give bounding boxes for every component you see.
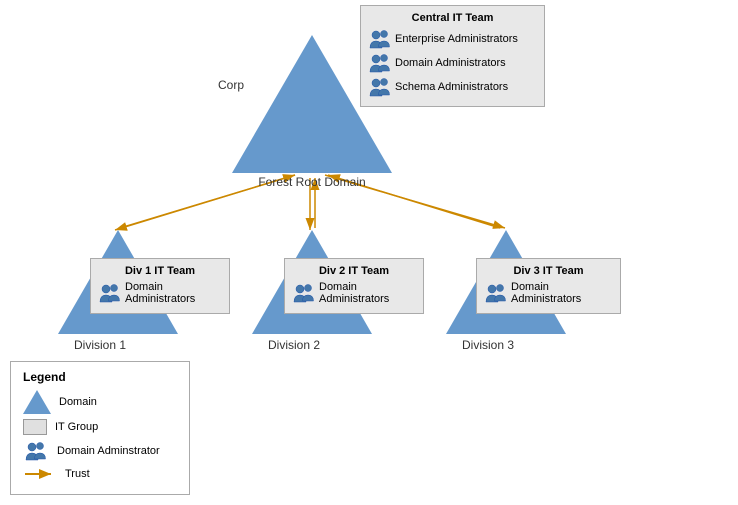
person-icon-div2 <box>293 282 315 304</box>
div3-it-item-1-label: DomainAdministrators <box>511 281 581 305</box>
legend-arrow-icon <box>23 467 57 481</box>
div2-it-item-1: DomainAdministrators <box>293 281 415 305</box>
div3-it-team-box: Div 3 IT Team DomainAdministrators <box>476 258 621 314</box>
division1-label: Division 1 <box>40 338 160 352</box>
legend-person-icon <box>23 440 49 462</box>
div3-it-item-1: DomainAdministrators <box>485 281 612 305</box>
division2-label: Division 2 <box>234 338 354 352</box>
person-icon-div1 <box>99 282 121 304</box>
div1-it-team-title: Div 1 IT Team <box>99 265 221 277</box>
central-it-item-3: Schema Administrators <box>369 76 536 98</box>
diagram: Corp Forest Root Domain Central IT Team … <box>0 0 738 390</box>
div3-it-team-title: Div 3 IT Team <box>485 265 612 277</box>
person-icon-div3 <box>485 282 507 304</box>
legend-domain-label: Domain <box>59 396 97 408</box>
central-it-team-title: Central IT Team <box>369 12 536 24</box>
legend-trust: Trust <box>23 467 177 481</box>
central-it-item-2-label: Domain Administrators <box>395 57 506 69</box>
div2-it-team-title: Div 2 IT Team <box>293 265 415 277</box>
person-icon-3 <box>369 76 391 98</box>
legend-title: Legend <box>23 370 177 384</box>
div2-it-item-1-label: DomainAdministrators <box>319 281 389 305</box>
legend-it-group-label: IT Group <box>55 421 98 433</box>
legend-box-icon <box>23 419 47 435</box>
div1-it-item-1-label: DomainAdministrators <box>125 281 195 305</box>
central-it-item-3-label: Schema Administrators <box>395 81 508 93</box>
central-it-item-1-label: Enterprise Administrators <box>395 33 518 45</box>
legend-trust-label: Trust <box>65 468 90 480</box>
central-it-item-1: Enterprise Administrators <box>369 28 536 50</box>
legend: Legend Domain IT Group Domain Adminstrat… <box>10 361 190 495</box>
div1-it-item-1: DomainAdministrators <box>99 281 221 305</box>
legend-it-group: IT Group <box>23 419 177 435</box>
central-it-team-box: Central IT Team Enterprise Administrator… <box>360 5 545 107</box>
legend-domain-admin-label: Domain Adminstrator <box>57 445 160 457</box>
legend-domain: Domain <box>23 390 177 414</box>
central-it-item-2: Domain Administrators <box>369 52 536 74</box>
person-icon-2 <box>369 52 391 74</box>
forest-root-label: Forest Root Domain <box>232 175 392 189</box>
division3-label: Division 3 <box>428 338 548 352</box>
legend-triangle-icon <box>23 390 51 414</box>
legend-domain-admin: Domain Adminstrator <box>23 440 177 462</box>
div1-it-team-box: Div 1 IT Team DomainAdministrators <box>90 258 230 314</box>
person-icon-1 <box>369 28 391 50</box>
div2-it-team-box: Div 2 IT Team DomainAdministrators <box>284 258 424 314</box>
